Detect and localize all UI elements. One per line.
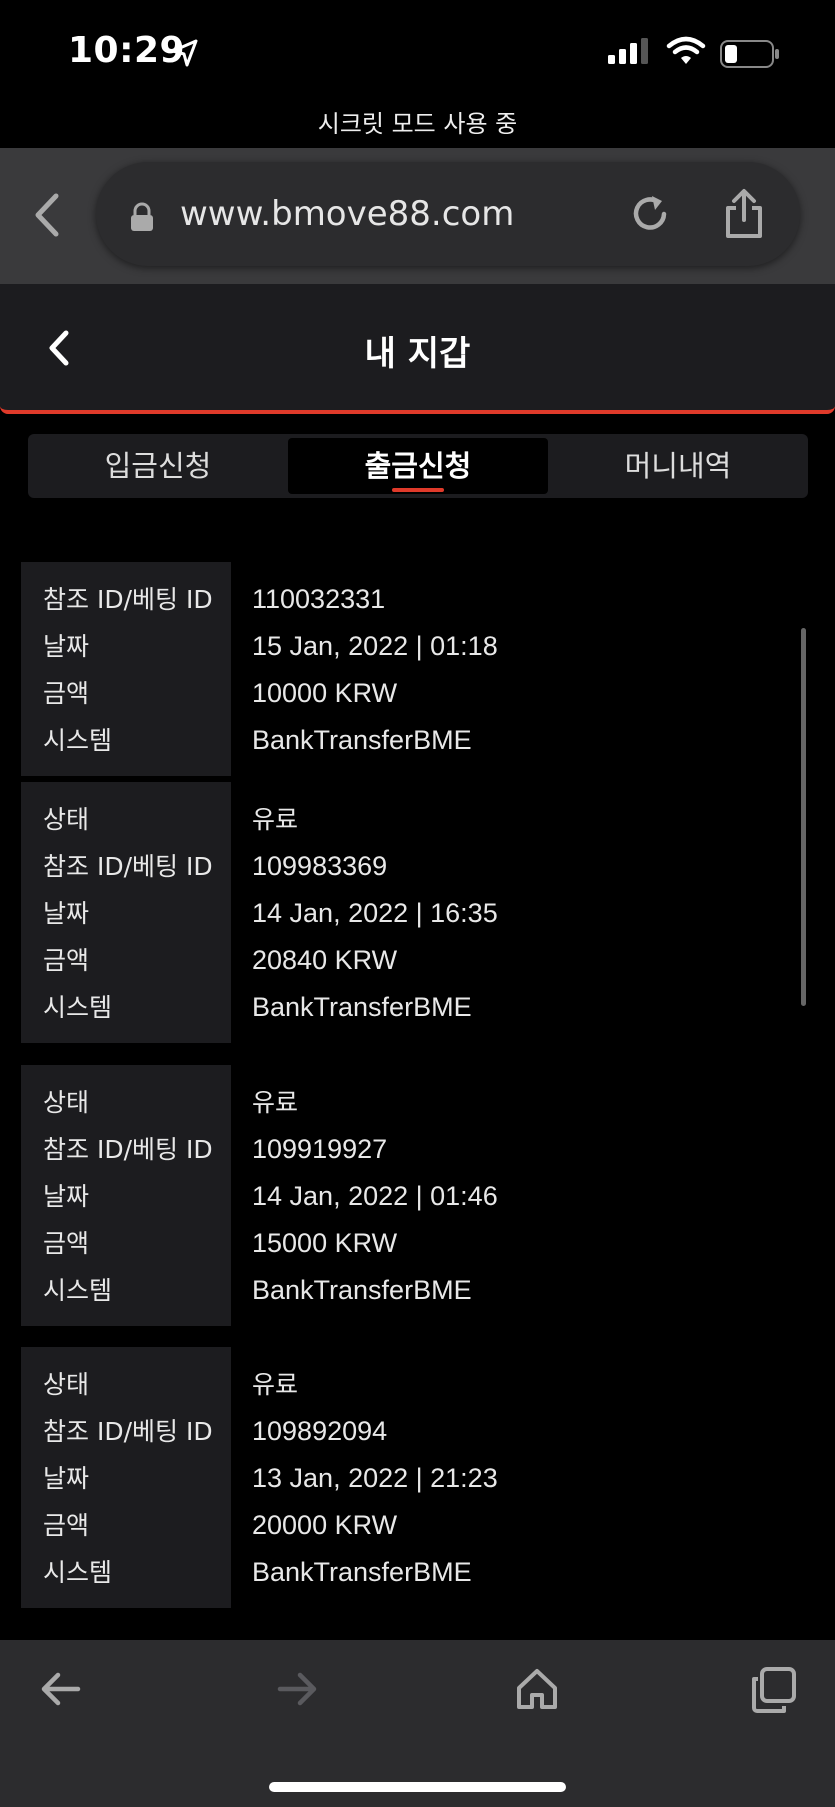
- forward-arrow-icon[interactable]: [274, 1666, 320, 1716]
- transaction-record: 참조 ID/베팅 ID 날짜 금액 시스템 110032331 15 Jan, …: [21, 562, 801, 776]
- system-label: 시스템: [43, 1276, 113, 1305]
- url-text[interactable]: www.bmove88.com: [180, 194, 514, 234]
- status-label: 상태: [43, 805, 90, 834]
- date-label: 날짜: [43, 1182, 90, 1211]
- date-label: 날짜: [43, 1464, 90, 1493]
- amount-value: 20000 KRW: [252, 1510, 398, 1540]
- date-label: 날짜: [43, 899, 90, 928]
- status-value: 유료: [252, 1370, 299, 1399]
- amount-label: 금액: [43, 679, 90, 708]
- ref-id-label: 참조 ID/베팅 ID: [43, 585, 213, 614]
- address-bar[interactable]: www.bmove88.com: [96, 162, 800, 266]
- back-arrow-icon[interactable]: [38, 1666, 84, 1716]
- date-value: 14 Jan, 2022 | 16:35: [252, 898, 498, 928]
- amount-value: 20840 KRW: [252, 945, 398, 975]
- record-labels: 상태 참조 ID/베팅 ID 날짜 금액 시스템: [21, 1065, 231, 1326]
- date-value: 13 Jan, 2022 | 21:23: [252, 1463, 498, 1493]
- record-values: 유료 109919927 14 Jan, 2022 | 01:46 15000 …: [231, 1065, 498, 1326]
- active-tab-indicator: [392, 488, 444, 492]
- system-label: 시스템: [43, 1558, 113, 1587]
- tab-label: 출금신청: [364, 449, 472, 483]
- wallet-header: 내 지갑: [0, 284, 835, 414]
- tab-withdrawal-request[interactable]: 출금신청: [288, 438, 548, 494]
- home-indicator: [269, 1782, 566, 1792]
- transaction-record: 상태 참조 ID/베팅 ID 날짜 금액 시스템 유료 109919927 14…: [21, 1065, 801, 1326]
- system-label: 시스템: [43, 993, 113, 1022]
- amount-label: 금액: [43, 946, 90, 975]
- cellular-signal-icon: [608, 38, 652, 68]
- system-value: BankTransferBME: [252, 1557, 472, 1587]
- browser-toolbar: [0, 1640, 835, 1807]
- system-value: BankTransferBME: [252, 992, 472, 1022]
- ref-id-label: 참조 ID/베팅 ID: [43, 1135, 213, 1164]
- record-labels: 상태 참조 ID/베팅 ID 날짜 금액 시스템: [21, 1347, 231, 1608]
- share-icon[interactable]: [722, 188, 766, 244]
- system-label: 시스템: [43, 726, 113, 755]
- wifi-icon: [666, 36, 706, 70]
- status-label: 상태: [43, 1088, 90, 1117]
- amount-value: 15000 KRW: [252, 1228, 398, 1258]
- system-value: BankTransferBME: [252, 1275, 472, 1305]
- record-values: 110032331 15 Jan, 2022 | 01:18 10000 KRW…: [231, 562, 498, 776]
- ref-id-value: 109892094: [252, 1416, 388, 1446]
- transaction-record: 상태 참조 ID/베팅 ID 날짜 금액 시스템 유료 109983369 14…: [21, 782, 801, 1043]
- status-time: 10:29: [68, 30, 186, 71]
- date-label: 날짜: [43, 632, 90, 661]
- ref-id-label: 참조 ID/베팅 ID: [43, 1417, 213, 1446]
- status-value: 유료: [252, 805, 299, 834]
- status-label: 상태: [43, 1370, 90, 1399]
- ref-id-value: 110032331: [252, 584, 386, 614]
- tabs-icon[interactable]: [750, 1666, 798, 1718]
- ref-id-value: 109919927: [252, 1134, 388, 1164]
- date-value: 15 Jan, 2022 | 01:18: [252, 631, 498, 661]
- reload-icon[interactable]: [628, 192, 672, 240]
- scrollbar[interactable]: [801, 628, 806, 1006]
- amount-label: 금액: [43, 1511, 90, 1540]
- tab-deposit-request[interactable]: 입금신청: [28, 434, 288, 498]
- lock-icon: [130, 202, 154, 236]
- amount-label: 금액: [43, 1229, 90, 1258]
- location-arrow-icon: [170, 38, 200, 72]
- ref-id-value: 109983369: [252, 851, 388, 881]
- browser-address-area: www.bmove88.com: [0, 148, 835, 284]
- system-value: BankTransferBME: [252, 725, 472, 755]
- record-labels: 상태 참조 ID/베팅 ID 날짜 금액 시스템: [21, 782, 231, 1043]
- record-labels: 참조 ID/베팅 ID 날짜 금액 시스템: [21, 562, 231, 776]
- wallet-tabs: 입금신청 출금신청 머니내역: [28, 434, 808, 498]
- date-value: 14 Jan, 2022 | 01:46: [252, 1181, 498, 1211]
- record-values: 유료 109892094 13 Jan, 2022 | 21:23 20000 …: [231, 1347, 498, 1608]
- battery-icon: [720, 40, 780, 72]
- private-mode-label: 시크릿 모드 사용 중: [317, 110, 518, 138]
- record-values: 유료 109983369 14 Jan, 2022 | 16:35 20840 …: [231, 782, 498, 1043]
- page-title: 내 지갑: [364, 334, 471, 374]
- ref-id-label: 참조 ID/베팅 ID: [43, 852, 213, 881]
- tab-money-history[interactable]: 머니내역: [548, 434, 808, 498]
- status-bar: 10:29 시크릿 모드 사용 중: [0, 0, 835, 138]
- transaction-record: 상태 참조 ID/베팅 ID 날짜 금액 시스템 유료 109892094 13…: [21, 1347, 801, 1608]
- home-icon[interactable]: [514, 1666, 560, 1716]
- amount-value: 10000 KRW: [252, 678, 398, 708]
- status-value: 유료: [252, 1088, 299, 1117]
- browser-back-chevron-icon[interactable]: [30, 190, 64, 244]
